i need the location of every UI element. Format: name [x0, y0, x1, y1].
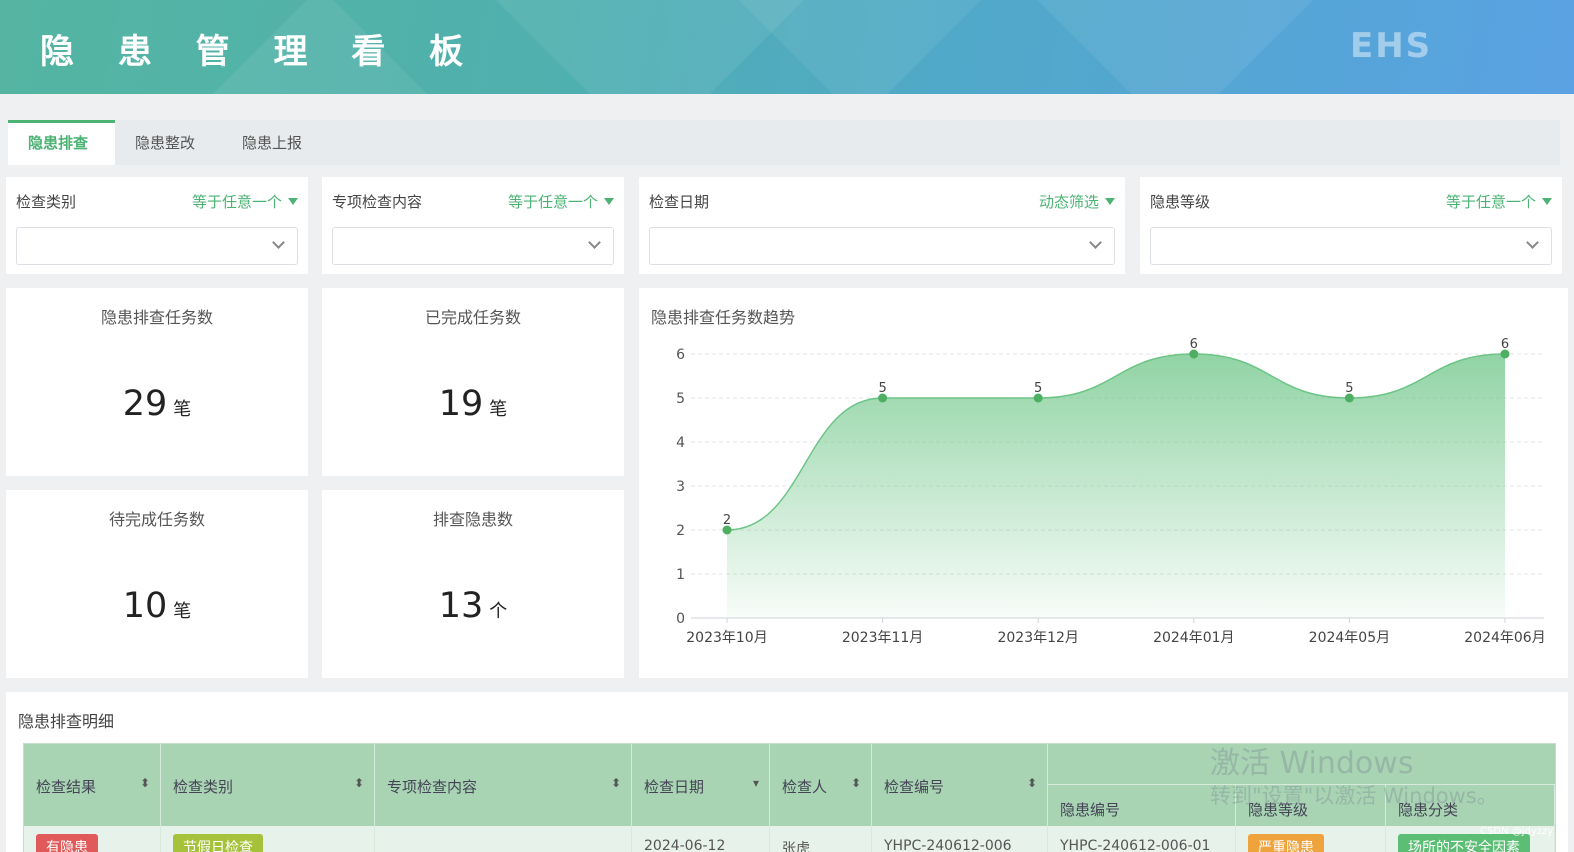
kpi-title: 隐患排查任务数 [100, 308, 213, 327]
kpi-value: 10 笔 [122, 586, 192, 626]
caret-down-icon [1542, 198, 1552, 205]
tab-hazard-report[interactable]: 隐患上报 [222, 120, 322, 165]
data-label: 5 [1345, 381, 1353, 396]
tab-hazard-rectification[interactable]: 隐患整改 [115, 120, 215, 165]
filter-select[interactable] [1150, 227, 1552, 265]
caret-down-icon [604, 198, 614, 205]
header-banner: 隐 患 管 理 看 板 EHS [0, 0, 1574, 94]
filter-inspection-date: 检查日期 动态筛选 [639, 177, 1125, 274]
x-tick-label: 2023年10月 [686, 630, 767, 646]
y-tick-label: 2 [676, 523, 685, 539]
chevron-down-icon [1526, 236, 1539, 249]
sort-icon[interactable]: ⬍ [140, 776, 150, 790]
x-tick-label: 2024年05月 [1309, 630, 1390, 646]
csdn-credit: CSDN @jdyzzy [1480, 826, 1554, 837]
column-header-category[interactable]: 检查类别 ⬍ [161, 744, 375, 826]
result-tag: 有隐患 [36, 834, 98, 852]
cell-special [375, 826, 632, 852]
x-tick-label: 2024年01月 [1153, 630, 1234, 646]
trend-chart-panel: 0 1 2 3 4 5 6 2 2023年10月 5 2023年11月 5 2023年12月 6 2024年… [639, 288, 1568, 678]
filter-select[interactable] [16, 227, 298, 265]
kpi-card-hazard-count: 排查隐患数 13 个 [322, 490, 624, 678]
level-tag: 严重隐患 [1248, 834, 1324, 852]
column-header-date[interactable]: 检查日期 ▾ [632, 744, 770, 826]
tab-hazard-inspection[interactable]: 隐患排查 [8, 120, 115, 165]
kpi-title: 排查隐患数 [432, 510, 513, 529]
sort-desc-icon[interactable]: ▾ [753, 776, 759, 790]
kpi-title: 已完成任务数 [424, 308, 521, 327]
chevron-down-icon [588, 236, 601, 249]
y-tick-label: 3 [676, 479, 685, 495]
kpi-card-completed-tasks: 已完成任务数 19 笔 [322, 288, 624, 476]
filter-select[interactable] [332, 227, 614, 265]
cell-code: YHPC-240612-006 [872, 826, 1048, 852]
sort-icon[interactable]: ⬍ [354, 776, 364, 790]
filter-select[interactable] [649, 227, 1115, 265]
y-tick-label: 4 [676, 435, 685, 451]
table-row[interactable]: 有隐患 节假日检查 2024-06-12 张虎 YHPC-240612-006 … [24, 826, 1555, 852]
filter-label: 检查日期 [649, 193, 710, 211]
windows-activation-hint: 转到"设置"以激活 Windows。 [1210, 784, 1498, 808]
filter-label: 检查类别 [16, 193, 77, 211]
tab-bar: 隐患排查 隐患整改 隐患上报 [8, 120, 1560, 165]
ehs-logo: EHS [1350, 26, 1433, 66]
kpi-card-pending-tasks: 待完成任务数 10 笔 [6, 490, 308, 678]
data-label: 6 [1501, 337, 1509, 352]
trend-chart: 0 1 2 3 4 5 6 2 2023年10月 5 2023年11月 5 2023年12月 6 2024年… [676, 337, 1546, 646]
caret-down-icon [288, 198, 298, 205]
filter-label: 专项检查内容 [332, 193, 423, 211]
filter-inspection-category: 检查类别 等于任意一个 [6, 177, 308, 274]
kpi-card-total-tasks: 隐患排查任务数 29 笔 [6, 288, 308, 476]
windows-activation-watermark: 激活 Windows [1210, 746, 1414, 781]
kpi-value: 29 笔 [122, 384, 192, 424]
banner-decoration [718, 0, 1002, 94]
filter-special-content: 专项检查内容 等于任意一个 [322, 177, 624, 274]
x-tick-label: 2023年12月 [997, 630, 1078, 646]
y-tick-label: 0 [676, 611, 685, 627]
x-tick-label: 2024年06月 [1464, 630, 1545, 646]
data-label: 6 [1190, 337, 1198, 352]
column-header-hazard-code[interactable]: 隐患编号 [1048, 784, 1236, 826]
data-label: 5 [878, 381, 886, 396]
filter-operator[interactable]: 等于任意一个 [508, 191, 614, 212]
sort-icon[interactable]: ⬍ [1027, 776, 1037, 790]
category-tag: 节假日检查 [173, 834, 263, 852]
kpi-value: 19 笔 [438, 384, 508, 424]
filter-operator[interactable]: 动态筛选 [1039, 191, 1115, 212]
cell-inspector: 张虎 [770, 826, 872, 852]
chevron-down-icon [1089, 236, 1102, 249]
filter-operator[interactable]: 等于任意一个 [1446, 191, 1552, 212]
cell-hazard-level: 严重隐患 [1236, 826, 1386, 852]
y-tick-label: 5 [676, 391, 685, 407]
cell-category: 节假日检查 [161, 826, 375, 852]
detail-title: 隐患排查明细 [18, 712, 115, 731]
chart-title: 隐患排查任务数趋势 [651, 308, 796, 327]
column-header-code[interactable]: 检查编号 ⬍ [872, 744, 1048, 826]
data-label: 5 [1034, 381, 1042, 396]
column-header-result[interactable]: 检查结果 ⬍ [24, 744, 161, 826]
column-header-special[interactable]: 专项检查内容 ⬍ [375, 744, 632, 826]
cell-result: 有隐患 [24, 826, 161, 852]
column-header-inspector[interactable]: 检查人 ⬍ [770, 744, 872, 826]
sort-icon[interactable]: ⬍ [611, 776, 621, 790]
filter-label: 隐患等级 [1150, 193, 1211, 211]
sort-icon[interactable]: ⬍ [851, 776, 861, 790]
cell-date: 2024-06-12 [632, 826, 770, 852]
filter-hazard-level: 隐患等级 等于任意一个 [1140, 177, 1562, 274]
page-title: 隐 患 管 理 看 板 [40, 32, 480, 72]
y-tick-label: 1 [676, 567, 685, 583]
y-tick-label: 6 [676, 347, 685, 363]
banner-decoration [1012, 0, 1338, 94]
data-label: 2 [723, 513, 731, 528]
x-tick-label: 2023年11月 [842, 630, 923, 646]
filter-operator[interactable]: 等于任意一个 [192, 191, 298, 212]
caret-down-icon [1105, 198, 1115, 205]
cell-hazard-code: YHPC-240612-006-01 [1048, 826, 1236, 852]
kpi-value: 13 个 [438, 586, 508, 626]
chevron-down-icon [272, 236, 285, 249]
kpi-title: 待完成任务数 [108, 510, 205, 529]
